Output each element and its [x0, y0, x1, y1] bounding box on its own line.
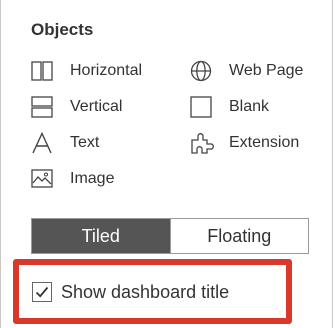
floating-button[interactable]: Floating — [169, 219, 308, 253]
object-vertical[interactable]: Vertical — [31, 95, 122, 119]
object-label: Horizontal — [70, 62, 143, 79]
text-icon — [31, 131, 57, 155]
objects-panel: Objects Horizontal Web Page Vertical Bla… — [0, 0, 335, 328]
object-text[interactable]: Text — [31, 131, 99, 155]
globe-icon — [190, 59, 216, 83]
checkbox-box[interactable] — [32, 282, 52, 302]
tiled-button[interactable]: Tiled — [32, 219, 170, 253]
show-dashboard-title-checkbox[interactable]: Show dashboard title — [32, 279, 229, 305]
horizontal-container-icon — [31, 59, 57, 83]
object-web-page[interactable]: Web Page — [190, 59, 303, 83]
vertical-container-icon — [31, 95, 57, 119]
object-label: Image — [70, 170, 115, 187]
object-horizontal[interactable]: Horizontal — [31, 59, 142, 83]
image-icon — [31, 167, 57, 191]
panel-title: Objects — [31, 20, 94, 39]
object-extension[interactable]: Extension — [190, 131, 299, 155]
puzzle-icon — [190, 131, 216, 155]
object-blank[interactable]: Blank — [190, 95, 269, 119]
object-label: Blank — [229, 98, 270, 115]
object-label: Web Page — [229, 62, 304, 79]
object-label: Vertical — [70, 98, 123, 115]
layout-toggle: Tiled Floating — [31, 218, 309, 254]
checkmark-icon — [35, 286, 49, 298]
checkbox-label: Show dashboard title — [61, 281, 230, 302]
blank-icon — [190, 95, 216, 119]
object-label: Extension — [229, 134, 300, 151]
object-label: Text — [70, 134, 100, 151]
object-image[interactable]: Image — [31, 167, 114, 191]
